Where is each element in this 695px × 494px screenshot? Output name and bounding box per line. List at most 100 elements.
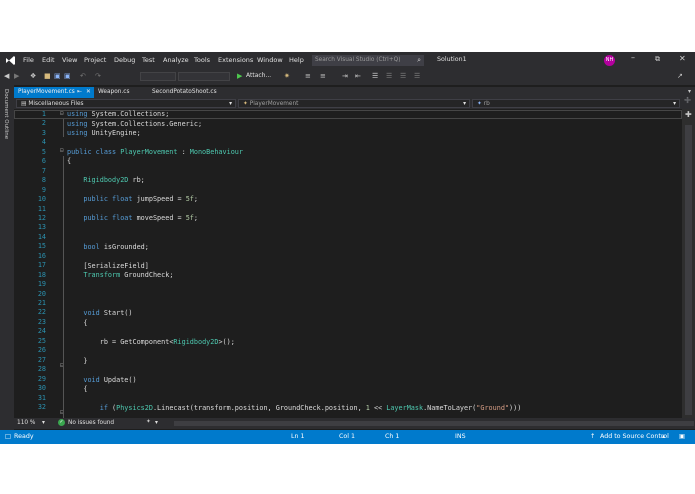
tab-close-icon[interactable]: ✕	[86, 87, 91, 98]
code-line: Rigidbody2D rb;	[83, 176, 145, 184]
chevron-down-icon[interactable]: ▾	[155, 420, 158, 426]
file-icon: ▤	[21, 101, 27, 107]
solution-name: Solution1	[437, 56, 467, 63]
user-avatar[interactable]: NH	[604, 55, 615, 66]
restore-icon[interactable]: ⧉	[655, 55, 660, 64]
search-icon: ⌕	[417, 56, 421, 64]
new-project-icon[interactable]: ❖	[30, 72, 36, 80]
menu-debug[interactable]: Debug	[114, 56, 135, 64]
undo-icon[interactable]: ↶	[80, 72, 86, 80]
add-to-source-control-button[interactable]: Add to Source Control	[600, 433, 669, 440]
bookmark-icon[interactable]: ☰	[386, 72, 392, 80]
tab-label: SecondPotatoShoot.cs	[152, 89, 217, 95]
menu-tools[interactable]: Tools	[194, 56, 210, 64]
save-all-icon[interactable]: ▣	[64, 72, 71, 80]
menu-file[interactable]: File	[23, 56, 34, 64]
menu-project[interactable]: Project	[84, 56, 106, 64]
code-line: if (Physics2D.Linecast(transform.positio…	[99, 404, 522, 412]
code-line: [SerializeField]	[83, 261, 149, 270]
redo-icon[interactable]: ↷	[95, 72, 101, 80]
code-cleanup-icon[interactable]: ✦	[146, 419, 151, 425]
issues-status[interactable]: No issues found	[68, 420, 114, 426]
line-number: 13	[37, 223, 46, 232]
code-line: {	[83, 385, 88, 393]
save-icon[interactable]: ▣	[54, 72, 61, 80]
fold-toggle-icon[interactable]: ⊟	[60, 110, 67, 117]
minimize-icon[interactable]: –	[631, 53, 635, 62]
status-insert-mode: INS	[455, 433, 466, 440]
search-placeholder: Search Visual Studio (Ctrl+Q)	[315, 57, 401, 63]
toolbar-indent-icon[interactable]: ⇥	[342, 72, 348, 80]
line-number: 14	[37, 232, 46, 241]
code-line: void Start()	[83, 309, 133, 317]
code-line: {	[67, 157, 72, 165]
menu-window[interactable]: Window	[257, 56, 283, 64]
toolbar-format-icon[interactable]: ≡	[305, 72, 311, 80]
line-number: 7	[41, 166, 46, 175]
line-number: 4	[41, 138, 46, 147]
live-share-icon[interactable]: ↗	[677, 72, 683, 80]
code-line: public float moveSpeed = 5f;	[83, 214, 198, 222]
line-number: 6	[41, 157, 46, 166]
menu-analyze[interactable]: Analyze	[163, 56, 189, 64]
notifications-icon[interactable]: ▣	[679, 433, 685, 440]
chevron-down-icon: ▾	[673, 101, 676, 107]
line-number: 26	[37, 346, 46, 355]
bookmark-next-icon[interactable]: ☰	[400, 72, 406, 80]
tab-overflow-icon[interactable]: ▾	[688, 88, 691, 95]
title-menu-bar: File Edit View Project Debug Test Analyz…	[0, 52, 695, 69]
menu-extensions[interactable]: Extensions	[218, 56, 253, 64]
start-icon[interactable]: ▶	[237, 72, 242, 80]
line-number: 32	[37, 402, 46, 411]
forward-icon[interactable]: ▶	[14, 72, 19, 80]
platform-dropdown[interactable]	[178, 72, 230, 81]
line-number: 10	[37, 195, 46, 204]
menu-view[interactable]: View	[62, 56, 77, 64]
tab-secondpotatoshoot[interactable]: SecondPotatoShoot.cs	[148, 87, 238, 98]
zoom-level[interactable]: 110 %	[17, 420, 35, 426]
member-dropdown[interactable]: ✦ rb ▾	[472, 99, 680, 108]
attach-button[interactable]: Attach...	[246, 72, 271, 79]
line-number: 22	[37, 308, 46, 317]
menu-help[interactable]: Help	[289, 56, 304, 64]
search-input[interactable]: Search Visual Studio (Ctrl+Q) ⌕	[312, 55, 424, 66]
tab-playermovement[interactable]: PlayerMovement.cs ⇤ ✕	[14, 87, 94, 98]
menu-edit[interactable]: Edit	[42, 56, 55, 64]
bookmark-clear-icon[interactable]: ☰	[414, 72, 420, 80]
project-dropdown[interactable]: ▤ Miscellaneous Files ▾	[16, 99, 236, 108]
split-window-icon[interactable]: ➕	[684, 98, 691, 104]
horizontal-scrollbar[interactable]	[174, 421, 694, 426]
back-icon[interactable]: ◀	[4, 72, 9, 80]
chevron-down-icon[interactable]: ▾	[42, 420, 45, 426]
tab-weapon[interactable]: Weapon.cs	[94, 87, 148, 98]
line-number: 5	[41, 147, 46, 156]
close-icon[interactable]: ✕	[679, 54, 686, 63]
status-line: Ln 1	[291, 433, 305, 440]
code-editor[interactable]: 1 2 3 4 5 6 7 8 9 10 11 12 13 14 15 16 17 18 19 20 21 22 23 24 2…	[14, 109, 682, 418]
comment-icon[interactable]: ☰	[372, 72, 378, 80]
fold-guide	[63, 156, 64, 418]
code-line: void Update()	[83, 375, 137, 384]
type-dropdown[interactable]: ✦ PlayerMovement ▾	[238, 99, 470, 108]
document-outline-tab[interactable]: Document Outline	[3, 89, 9, 139]
toolbar-align-icon[interactable]: ≡	[320, 72, 326, 80]
line-number: 28	[37, 365, 46, 374]
line-number: 1	[41, 110, 46, 118]
configuration-dropdown[interactable]	[140, 72, 176, 81]
line-number: 23	[37, 317, 46, 326]
toolbar-outdent-icon[interactable]: ⇤	[355, 72, 361, 80]
menu-test[interactable]: Test	[142, 56, 155, 64]
line-number: 30	[37, 384, 46, 393]
flame-icon[interactable]: ✷	[284, 72, 290, 80]
scrollbar-thumb[interactable]	[685, 125, 692, 415]
vertical-scrollbar[interactable]: ✚	[682, 109, 695, 418]
split-editor-icon[interactable]: ✚	[685, 110, 692, 119]
fold-toggle-icon[interactable]: ⊟	[60, 147, 67, 154]
code-line: using System.Collections;	[67, 110, 170, 118]
open-folder-icon[interactable]: ■	[44, 72, 51, 80]
pin-icon[interactable]: ⇤	[77, 87, 82, 98]
code-line: }	[83, 356, 88, 365]
line-number: 18	[37, 270, 46, 279]
line-number: 9	[41, 185, 46, 194]
chevron-down-icon: ▾	[463, 101, 466, 107]
